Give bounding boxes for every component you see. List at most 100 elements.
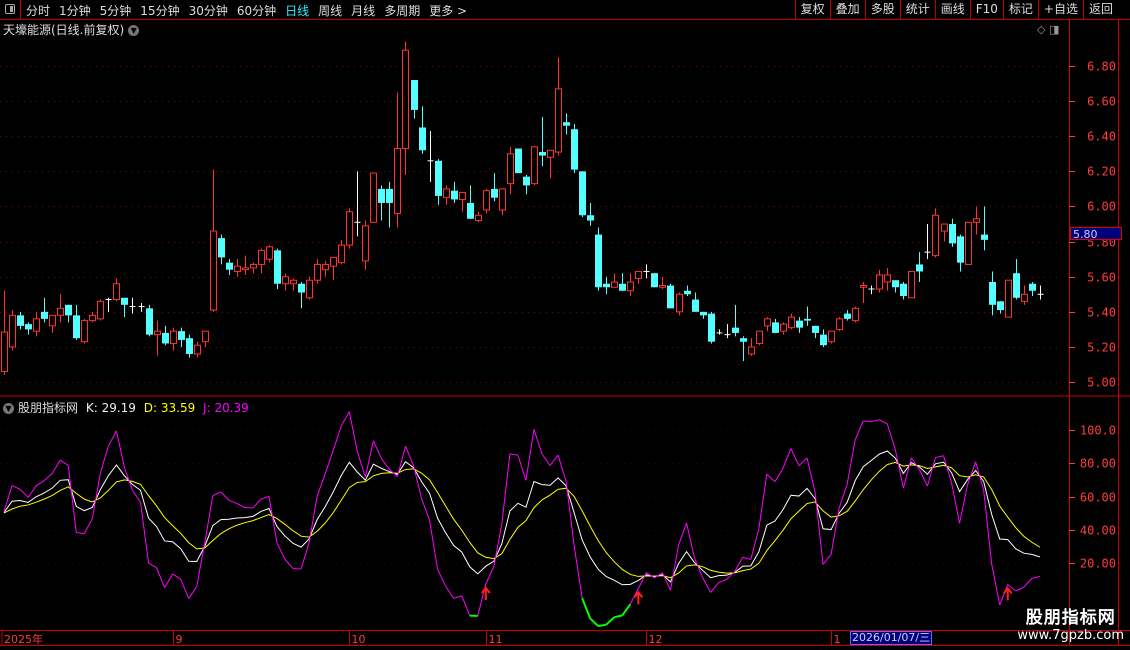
- candle-body: [274, 250, 281, 284]
- period-tab[interactable]: 更多 >: [429, 2, 467, 19]
- candle: [402, 41, 409, 175]
- period-tab[interactable]: 周线: [318, 2, 342, 19]
- j-line-segment: [236, 503, 246, 509]
- indicator-name[interactable]: 股朋指标网: [18, 401, 78, 415]
- j-line-segment: [637, 572, 647, 589]
- j-line-segment: [324, 450, 334, 474]
- candle-body: [322, 263, 329, 271]
- candle-body: [154, 330, 161, 336]
- candle: [25, 322, 32, 335]
- period-tab[interactable]: 多周期: [384, 2, 420, 19]
- chevron-down-icon[interactable]: ▼: [3, 403, 14, 414]
- candle-body: [603, 283, 610, 288]
- candle-body: [170, 330, 177, 344]
- candle: [49, 314, 56, 333]
- candle-body: [242, 267, 249, 271]
- candle-body: [57, 307, 64, 316]
- toolbar-button[interactable]: 标记: [1002, 0, 1038, 19]
- candle-body: [282, 276, 289, 285]
- period-tab[interactable]: 日线: [285, 2, 309, 19]
- candle: [748, 338, 755, 356]
- candle-body: [796, 320, 803, 328]
- chart-canvas[interactable]: 6.80 6.60 6.40 6.20 6.00 5.80 5.60 5.40 5.20 5.00…: [0, 0, 1130, 650]
- candle: [65, 304, 72, 323]
- candle-body: [611, 281, 618, 288]
- candle-body: [547, 149, 554, 158]
- period-tab[interactable]: 5分钟: [100, 2, 132, 19]
- candle: [684, 285, 691, 297]
- chevron-down-icon[interactable]: ▼: [128, 25, 140, 36]
- j-line-segment: [533, 429, 543, 455]
- candle: [41, 297, 48, 323]
- j-line-segment: [99, 445, 109, 474]
- j-line-segment: [268, 496, 278, 544]
- candle: [539, 116, 546, 167]
- j-line-segment: [228, 499, 238, 505]
- period-tab[interactable]: 15分钟: [140, 2, 179, 19]
- candle-body: [676, 293, 683, 313]
- candle-body: [820, 334, 827, 346]
- toolbar-button[interactable]: 画线: [934, 0, 970, 19]
- candle: [386, 181, 393, 228]
- candle: [89, 311, 96, 323]
- panel-icon[interactable]: ◨: [1049, 23, 1059, 36]
- toolbar-button[interactable]: 叠加: [829, 0, 865, 19]
- candle: [1021, 285, 1028, 305]
- diamond-icon[interactable]: ◇: [1037, 23, 1045, 36]
- layout-toggle-button[interactable]: [0, 0, 21, 19]
- j-line-segment: [196, 542, 206, 587]
- period-tab[interactable]: 月线: [351, 2, 375, 19]
- candle-body: [9, 314, 16, 348]
- j-line-segment: [252, 498, 262, 509]
- candle: [780, 322, 787, 335]
- watermark-url: www.7gpzb.com: [1017, 628, 1124, 643]
- toolbar-button[interactable]: 返回: [1082, 0, 1118, 19]
- j-line-segment: [918, 469, 928, 487]
- period-tab[interactable]: 分时: [26, 2, 50, 19]
- candle-body: [579, 171, 586, 216]
- j-line-segment: [846, 439, 856, 485]
- candle: [121, 297, 128, 318]
- candle-body: [443, 188, 450, 199]
- candle: [515, 148, 522, 174]
- period-tab[interactable]: 1分钟: [59, 2, 91, 19]
- j-line-segment: [758, 474, 768, 529]
- j-line-negative-segment: [589, 617, 599, 627]
- j-line-segment: [115, 430, 125, 468]
- candle: [716, 329, 723, 335]
- candle-body: [386, 188, 393, 203]
- toolbar-button[interactable]: 多股: [864, 0, 900, 19]
- toolbar-button[interactable]: 复权: [794, 0, 830, 19]
- candle: [820, 329, 827, 347]
- j-line-segment: [220, 491, 230, 501]
- candle: [499, 188, 506, 216]
- period-tab[interactable]: 30分钟: [189, 2, 228, 19]
- candle: [635, 270, 642, 284]
- j-line-segment: [999, 584, 1009, 606]
- candle-body: [194, 344, 201, 355]
- candle-body: [828, 330, 835, 343]
- candle-body: [113, 283, 120, 301]
- candle: [796, 317, 803, 333]
- candlestick-series: [1, 41, 1044, 376]
- candle: [146, 304, 153, 337]
- toolbar-button[interactable]: F10: [969, 0, 1003, 19]
- candle-body: [1005, 279, 1012, 318]
- kdj-tick-label: 100.0: [1080, 424, 1116, 438]
- j-line-segment: [766, 473, 776, 483]
- candle: [202, 330, 209, 347]
- candle-body: [997, 301, 1004, 311]
- toolbar-button[interactable]: 统计: [899, 0, 935, 19]
- watermark-title: 股朋指标网: [1025, 608, 1116, 628]
- candle-body: [812, 325, 819, 333]
- candle: [419, 106, 426, 154]
- candle-body: [539, 152, 546, 156]
- j-line-segment: [148, 562, 157, 569]
- candle: [467, 185, 474, 219]
- toolbar-button[interactable]: +自选: [1037, 0, 1083, 19]
- candle: [603, 276, 610, 295]
- candle: [362, 220, 369, 270]
- candle: [756, 330, 763, 346]
- period-tab[interactable]: 60分钟: [237, 2, 276, 19]
- candle: [667, 283, 674, 309]
